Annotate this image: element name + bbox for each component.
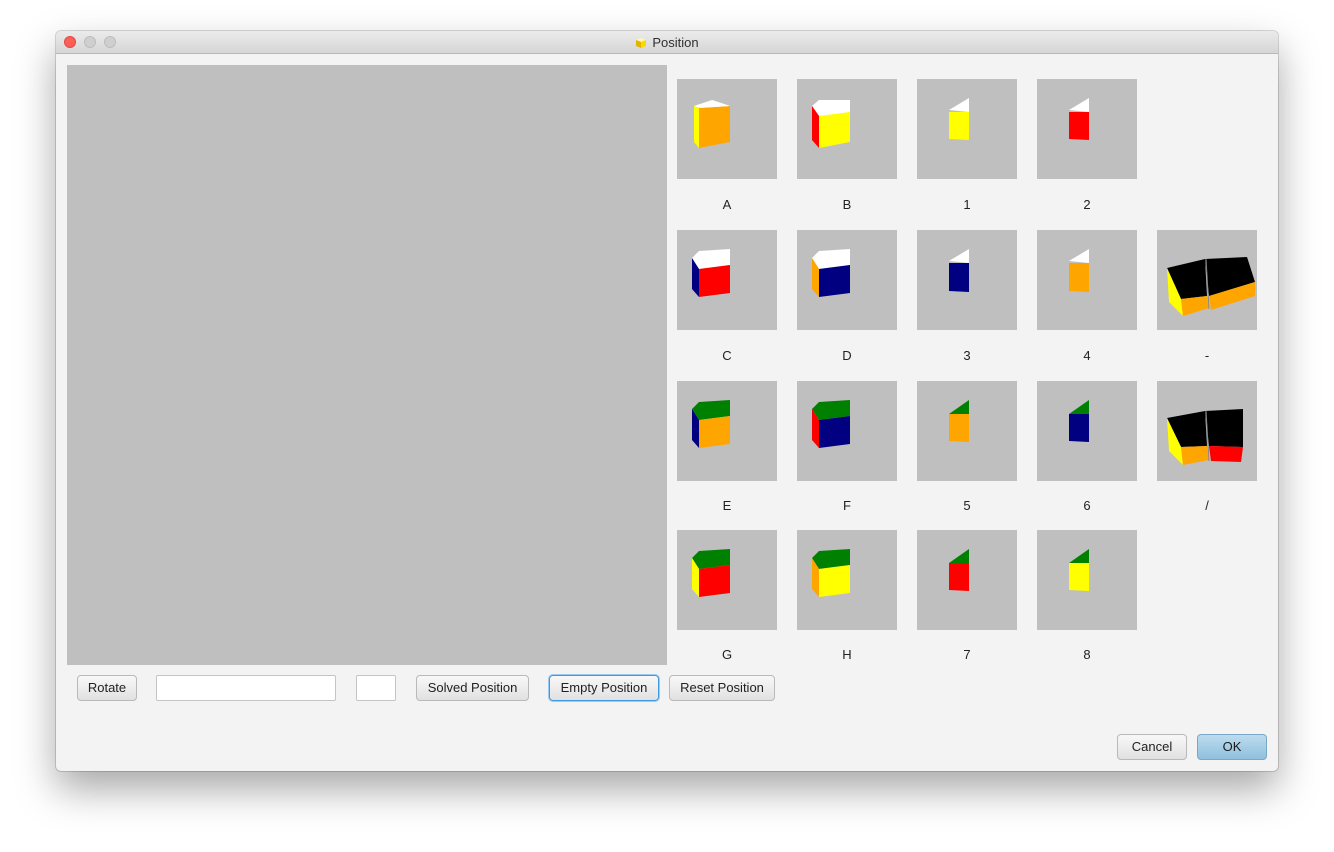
reset-position-button[interactable]: Reset Position (669, 675, 775, 701)
tile-corner-c[interactable] (677, 230, 777, 330)
rotate-button[interactable]: Rotate (77, 675, 137, 701)
tile-label: 7 (963, 647, 971, 662)
tile-corner-d[interactable] (797, 230, 897, 330)
tile-center-3[interactable] (917, 230, 1017, 330)
tile-center-8[interactable] (1037, 530, 1137, 630)
small-value-field[interactable] (356, 675, 396, 701)
cube-app-icon (635, 37, 647, 52)
tile-corner-g[interactable] (677, 530, 777, 630)
tile-label: 2 (1083, 197, 1091, 212)
tile-label: 3 (963, 348, 971, 363)
tile-label: 8 (1083, 647, 1091, 662)
tile-center-2[interactable] (1037, 79, 1137, 179)
tile-label: A (722, 197, 732, 212)
tile-label: 1 (963, 197, 971, 212)
tile-label: - (1204, 348, 1210, 363)
solved-position-button[interactable]: Solved Position (416, 675, 529, 701)
position-string-field[interactable] (156, 675, 336, 701)
position-dialog: Position A B 1 2 C D 3 4 - E F 5 6 / G H… (56, 31, 1278, 771)
tile-label: D (842, 348, 852, 363)
tile-label: E (722, 498, 732, 513)
title-bar: Position (56, 31, 1278, 54)
window-title-text: Position (652, 35, 699, 50)
tile-slice-slash[interactable] (1157, 381, 1257, 481)
tile-corner-b[interactable] (797, 79, 897, 179)
tile-center-4[interactable] (1037, 230, 1137, 330)
tile-slice-dash[interactable] (1157, 230, 1257, 330)
tile-label: F (843, 498, 851, 513)
tile-corner-e[interactable] (677, 381, 777, 481)
tile-center-6[interactable] (1037, 381, 1137, 481)
tile-label: C (722, 348, 732, 363)
tile-center-7[interactable] (917, 530, 1017, 630)
tile-label: / (1205, 498, 1209, 513)
tile-label: 4 (1083, 348, 1091, 363)
tile-center-1[interactable] (917, 79, 1017, 179)
tile-label: G (721, 647, 733, 662)
tile-label: 6 (1083, 498, 1091, 513)
tile-corner-h[interactable] (797, 530, 897, 630)
tile-corner-a[interactable] (677, 79, 777, 179)
ok-button[interactable]: OK (1197, 734, 1267, 760)
tile-label: 5 (963, 498, 971, 513)
tile-label: B (842, 197, 852, 212)
tile-corner-f[interactable] (797, 381, 897, 481)
cancel-button[interactable]: Cancel (1117, 734, 1187, 760)
tile-label: H (842, 647, 852, 662)
tile-center-5[interactable] (917, 381, 1017, 481)
cube-3d-view[interactable] (67, 65, 667, 665)
window-title: Position (56, 35, 1278, 52)
empty-position-button[interactable]: Empty Position (549, 675, 659, 701)
